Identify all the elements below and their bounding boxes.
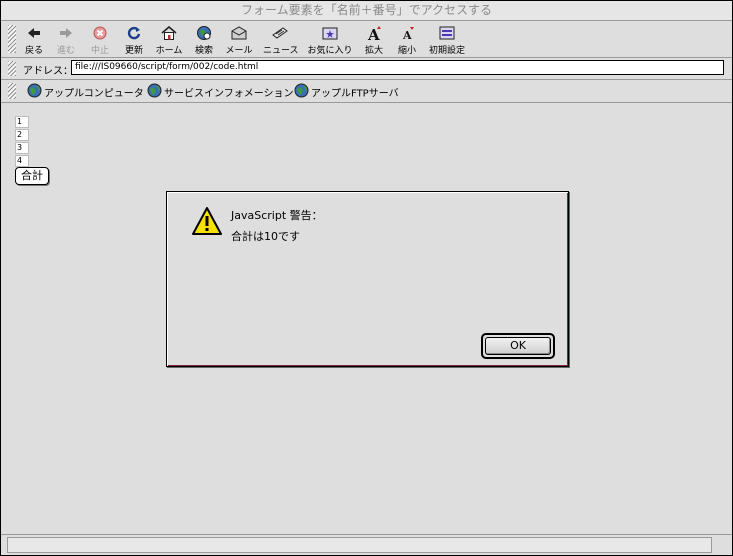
browser-window: フォーム要素を「名前＋番号」でアクセスする 戻る 進む 中止 更新 ホーム 検索… — [0, 0, 733, 556]
text-smaller-icon: A — [396, 24, 418, 43]
favorites-bar-grip[interactable] — [8, 83, 16, 99]
forward-button[interactable]: 進む — [55, 24, 77, 56]
number-field-1[interactable]: 1 — [15, 116, 29, 128]
status-bar — [1, 534, 732, 555]
title-bar[interactable]: フォーム要素を「名前＋番号」でアクセスする — [1, 1, 732, 21]
search-button[interactable]: 検索 — [192, 24, 216, 56]
favorite-service-information[interactable]: サービスインフォメーション — [147, 83, 294, 100]
toolbar-grip[interactable] — [8, 25, 16, 53]
reload-button[interactable]: 更新 — [123, 24, 145, 56]
warning-icon — [191, 206, 223, 239]
toolbar: 戻る 進む 中止 更新 ホーム 検索 メール ニュース お気に入り A 拡大 A… — [1, 21, 732, 58]
forward-label: 進む — [56, 46, 75, 56]
mail-icon — [224, 24, 254, 43]
home-icon — [154, 24, 184, 43]
preferences-label: 初期設定 — [428, 46, 465, 56]
number-field-4[interactable]: 4 — [15, 155, 29, 167]
search-label: 検索 — [194, 46, 213, 56]
back-arrow-icon — [23, 24, 45, 43]
favorite-apple-computer[interactable]: アップルコンピュータ — [27, 83, 144, 100]
address-bar: アドレス： — [1, 58, 732, 80]
favorites-folder-icon — [307, 24, 353, 43]
ok-button[interactable]: OK — [485, 337, 551, 355]
favorite-label: アップルFTPサーバ — [311, 88, 399, 100]
stop-button[interactable]: 中止 — [89, 24, 111, 56]
news-button[interactable]: ニュース — [263, 24, 299, 56]
ok-button-default-ring: OK — [481, 333, 555, 359]
number-field-3[interactable]: 3 — [15, 142, 29, 154]
mail-button[interactable]: メール — [224, 24, 254, 56]
favorites-button[interactable]: お気に入り — [307, 24, 353, 56]
favorite-label: アップルコンピュータ — [44, 88, 144, 100]
alert-title: JavaScript 警告： — [231, 209, 323, 222]
address-input[interactable] — [71, 60, 724, 75]
home-label: ホーム — [155, 46, 183, 56]
back-button[interactable]: 戻る — [23, 24, 45, 56]
globe-icon — [27, 83, 42, 104]
smaller-label: 縮小 — [397, 46, 416, 56]
stop-icon — [89, 24, 111, 43]
smaller-button[interactable]: A 縮小 — [396, 24, 418, 56]
favorites-bar: アップルコンピュータ サービスインフォメーション アップルFTPサーバ — [1, 80, 732, 103]
number-field-2[interactable]: 2 — [15, 129, 29, 141]
favorite-label: サービスインフォメーション — [164, 88, 294, 100]
favorite-apple-ftp-server[interactable]: アップルFTPサーバ — [294, 83, 399, 100]
forward-arrow-icon — [55, 24, 77, 43]
address-label: アドレス： — [23, 66, 73, 77]
larger-label: 拡大 — [364, 46, 383, 56]
mail-label: メール — [225, 46, 253, 56]
sum-button[interactable]: 合計 — [15, 167, 49, 185]
address-bar-grip[interactable] — [8, 61, 16, 76]
larger-button[interactable]: A 拡大 — [363, 24, 385, 56]
globe-icon — [147, 83, 162, 104]
favorites-label: お気に入り — [307, 46, 353, 56]
alert-message: 合計は10です — [231, 230, 300, 243]
text-larger-icon: A — [363, 24, 385, 44]
preferences-button[interactable]: 初期設定 — [428, 24, 466, 56]
javascript-alert-dialog: JavaScript 警告： 合計は10です OK — [166, 191, 569, 367]
svg-text:A: A — [402, 29, 412, 41]
status-field — [7, 537, 712, 553]
news-label: ニュース — [263, 46, 299, 56]
news-icon — [263, 24, 297, 43]
preferences-icon — [428, 24, 466, 43]
stop-label: 中止 — [90, 46, 109, 56]
back-label: 戻る — [24, 46, 43, 56]
reload-icon — [123, 24, 145, 43]
reload-label: 更新 — [124, 46, 143, 56]
globe-icon — [294, 83, 309, 104]
home-button[interactable]: ホーム — [154, 24, 184, 56]
search-globe-icon — [192, 24, 216, 43]
